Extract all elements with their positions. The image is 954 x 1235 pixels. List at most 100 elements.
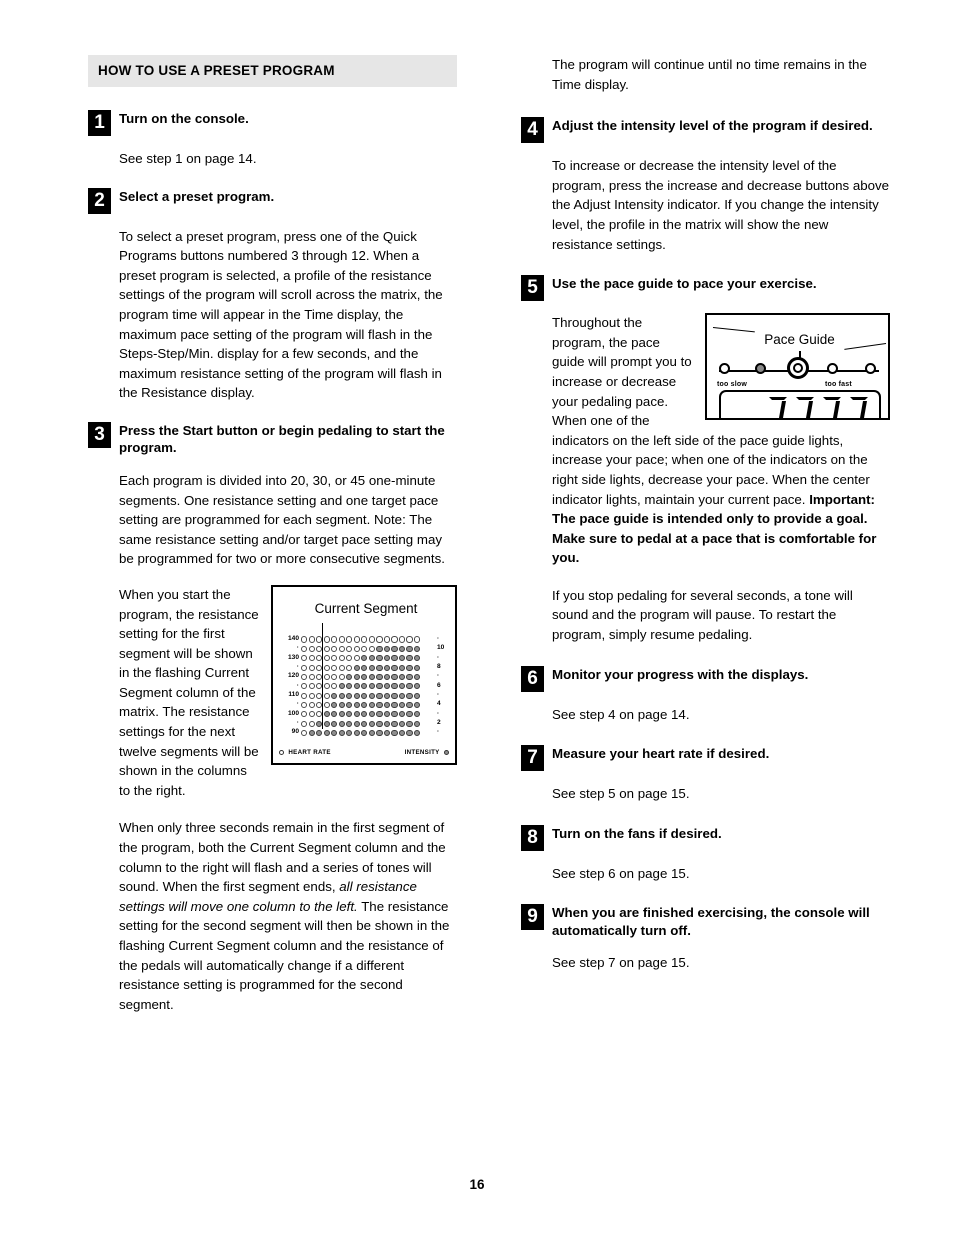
axis-tick: 100	[287, 709, 299, 717]
filled-dot-icon	[398, 655, 406, 662]
filled-dot-icon	[376, 664, 383, 671]
filled-dot-icon	[346, 683, 353, 690]
matrix-row	[301, 663, 434, 672]
filled-dot-icon	[383, 655, 391, 662]
hollow-dot-icon	[308, 673, 315, 681]
filled-dot-icon	[376, 720, 383, 727]
hollow-dot-icon	[279, 749, 285, 756]
hollow-dot-icon	[301, 683, 308, 690]
filled-dot-icon	[338, 683, 345, 690]
hollow-dot-icon	[301, 655, 308, 662]
filled-dot-icon	[391, 720, 398, 727]
hollow-dot-icon	[301, 701, 308, 709]
hollow-dot-icon	[361, 645, 368, 653]
filled-dot-icon	[346, 673, 353, 681]
step-number-badge: 9	[521, 904, 544, 931]
hollow-dot-icon	[308, 692, 315, 699]
page-number: 16	[469, 1177, 485, 1192]
filled-dot-icon	[361, 711, 368, 718]
step-title: Use the pace guide to pace your exercise…	[552, 276, 817, 292]
filled-dot-icon	[398, 720, 406, 727]
filled-dot-icon	[391, 711, 398, 718]
section-header-title: HOW TO USE A PRESET PROGRAM	[98, 63, 335, 78]
filled-dot-icon	[383, 692, 391, 699]
filled-dot-icon	[391, 683, 398, 690]
axis-tick: 130	[287, 653, 299, 661]
hollow-dot-icon	[301, 645, 308, 653]
hollow-dot-icon	[316, 664, 323, 671]
hollow-dot-icon	[391, 636, 398, 643]
hollow-dot-icon	[376, 636, 383, 643]
matrix-legend: HEART RATE INTENSITY	[279, 749, 449, 756]
step-6: 6 Monitor your progress with the display…	[521, 665, 890, 692]
step-title: Press the Start button or begin pedaling…	[119, 422, 445, 456]
hollow-dot-icon	[383, 636, 391, 643]
filled-dot-icon	[353, 664, 360, 671]
hollow-dot-icon	[323, 683, 330, 690]
legend-heart-rate: HEART RATE	[279, 749, 331, 756]
filled-dot-icon	[383, 664, 391, 671]
filled-dot-icon	[353, 711, 360, 718]
step-4-body: To increase or decrease the intensity le…	[552, 158, 890, 252]
filled-dot-icon	[368, 729, 375, 737]
filled-dot-icon	[353, 701, 360, 709]
filled-dot-icon	[338, 720, 345, 727]
lcd-display	[719, 390, 881, 421]
filled-dot-icon	[413, 701, 421, 709]
hollow-dot-icon	[338, 645, 345, 653]
filled-dot-icon	[323, 711, 330, 718]
filled-dot-icon	[383, 645, 391, 653]
axis-tick: 8	[437, 662, 441, 670]
filled-dot-icon	[361, 655, 368, 662]
filled-dot-icon	[391, 701, 398, 709]
pace-indicator-row: too slow too fast	[717, 357, 882, 388]
step-number-badge: 7	[521, 745, 544, 772]
filled-dot-icon	[331, 711, 338, 718]
axis-tick: 6	[437, 681, 441, 689]
hollow-dot-icon	[301, 636, 308, 643]
filled-dot-icon	[413, 645, 421, 653]
filled-dot-icon	[391, 729, 398, 737]
hollow-dot-icon	[301, 720, 308, 727]
filled-dot-icon	[361, 673, 368, 681]
axis-tick: ·	[296, 700, 299, 708]
hollow-dot-icon	[346, 655, 353, 662]
pace-indicator-4-icon	[827, 363, 838, 375]
filled-dot-icon	[338, 729, 345, 737]
pace-indicator-5-icon	[865, 363, 876, 375]
filled-dot-icon	[361, 701, 368, 709]
filled-dot-icon	[391, 645, 398, 653]
seven-segment-digit-icon	[769, 397, 787, 419]
matrix-row	[301, 654, 434, 663]
hollow-dot-icon	[338, 673, 345, 681]
matrix-row	[301, 672, 434, 681]
step-9-body: See step 7 on page 15.	[552, 955, 690, 971]
hollow-dot-icon	[316, 701, 323, 709]
step-1-body: See step 1 on page 14.	[119, 151, 257, 166]
filled-dot-icon	[406, 701, 413, 709]
hollow-dot-icon	[331, 645, 338, 653]
filled-dot-icon	[398, 683, 406, 690]
left-final-paragraph: When only three seconds remain in the fi…	[119, 818, 457, 1014]
axis-tick: 110	[288, 690, 299, 698]
hollow-dot-icon	[331, 664, 338, 671]
hollow-dot-icon	[331, 683, 338, 690]
seven-segment-digit-icon	[796, 397, 814, 419]
hollow-dot-icon	[323, 636, 330, 643]
matrix-axis-right: · 10 · 8 · 6 · 4 · 2 ·	[437, 634, 453, 737]
pace-figure-block: Pace Guide too slow too fast Throughout …	[552, 313, 890, 568]
filled-dot-icon	[376, 655, 383, 662]
step-number-badge: 3	[88, 421, 111, 448]
axis-tick: ·	[296, 681, 299, 689]
filled-dot-icon	[376, 729, 383, 737]
legend-intensity: INTENSITY	[405, 749, 449, 756]
axis-tick: 90	[291, 728, 299, 736]
matrix-figure: Current Segment 140 · 130 · 120 · 110 · …	[271, 584, 457, 765]
axis-tick: 140	[287, 634, 299, 642]
filled-dot-icon	[398, 692, 406, 699]
step-1: 1 Turn on the console.	[88, 109, 457, 136]
hollow-dot-icon	[331, 655, 338, 662]
filled-dot-icon	[353, 673, 360, 681]
step-number-badge: 5	[521, 275, 544, 302]
matrix-axis-left: 140 · 130 · 120 · 110 · 100 · 90	[278, 634, 299, 737]
